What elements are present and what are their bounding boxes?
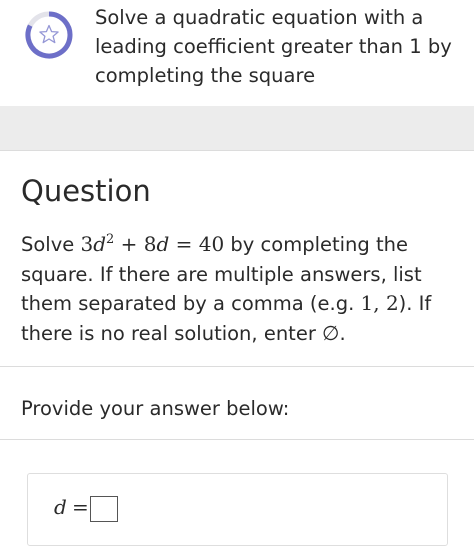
question-text-part: . [339, 321, 346, 345]
header-card: Solve a quadratic equation with a leadin… [0, 0, 474, 106]
equation-coefficient: 3 [80, 232, 94, 256]
equation-rhs: = 40 [169, 232, 225, 256]
section-gap [0, 106, 474, 150]
example-answer: 1, 2 [361, 291, 399, 315]
example-values: 1, 2 [360, 291, 399, 315]
star-icon [39, 24, 59, 44]
answer-variable: d [54, 495, 67, 519]
empty-set-symbol: ∅ [322, 321, 339, 345]
equation-term: + 8 [114, 232, 157, 256]
divider [0, 366, 474, 367]
progress-ring [25, 11, 73, 59]
divider [0, 439, 474, 440]
answer-prompt: Provide your answer below: [21, 397, 290, 420]
equation-variable: d [156, 232, 170, 256]
question-text: Solve 3d2 + 8d = 40 by completing the sq… [21, 230, 461, 348]
question-heading: Question [21, 174, 151, 208]
equation: 3d2 + 8d = 40 [80, 232, 224, 256]
question-card: Question Solve 3d2 + 8d = 40 by completi… [0, 150, 474, 556]
answer-box: d = [27, 473, 448, 546]
page-title: Solve a quadratic equation with a leadin… [95, 6, 452, 87]
question-text-part: Solve [21, 233, 81, 256]
empty-set-glyph: ∅ [322, 320, 340, 345]
answer-input[interactable] [90, 496, 118, 522]
equation-variable: d [93, 232, 107, 256]
answer-equals: = [72, 495, 89, 519]
